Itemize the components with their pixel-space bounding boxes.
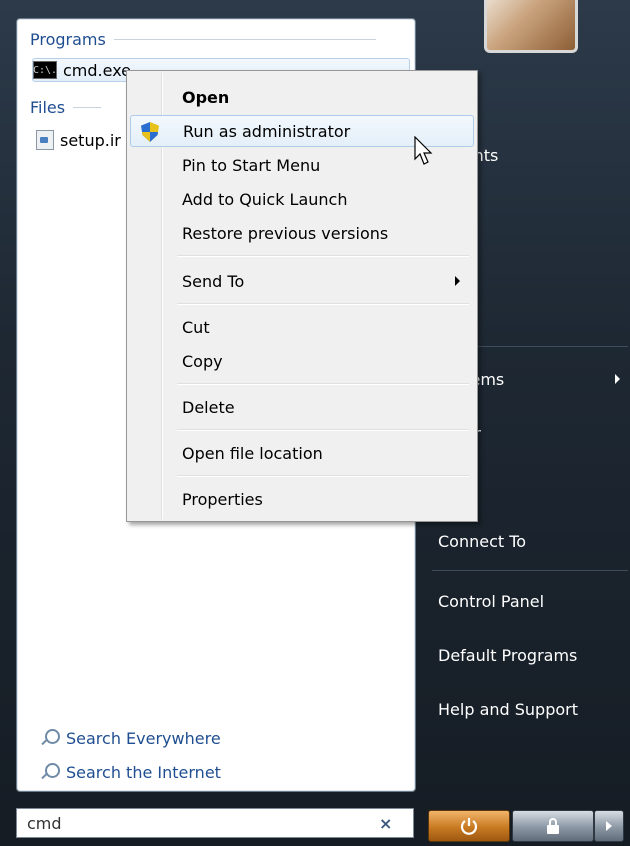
search-everywhere-link[interactable]: Search Everywhere: [40, 728, 221, 748]
shutdown-options-button[interactable]: [594, 810, 624, 842]
menu-item-restore-previous-versions[interactable]: Restore previous versions: [130, 217, 474, 249]
shield-icon: [141, 122, 159, 142]
menu-item-send-to[interactable]: Send To: [130, 265, 474, 297]
result-item-label: setup.ir: [60, 130, 121, 150]
result-item-setup[interactable]: setup.ir: [36, 130, 121, 150]
right-separator: [432, 570, 628, 571]
menu-item-label: Delete: [182, 397, 235, 417]
power-icon: [460, 818, 478, 835]
result-item-label: cmd.exe: [63, 60, 132, 80]
menu-separator: [177, 383, 469, 385]
menu-separator: [177, 303, 469, 305]
right-item-help-and-support[interactable]: Help and Support: [438, 700, 578, 719]
menu-item-label: Run as administrator: [183, 121, 351, 141]
header-divider: [113, 39, 376, 40]
power-button[interactable]: [428, 810, 510, 842]
clear-search-icon[interactable]: ×: [379, 814, 392, 833]
menu-item-label: Pin to Start Menu: [182, 155, 321, 175]
submenu-arrow-icon: [455, 276, 460, 286]
menu-item-label: Add to Quick Launch: [182, 189, 348, 209]
user-picture[interactable]: [484, 0, 578, 53]
lock-button[interactable]: [512, 810, 594, 842]
header-divider: [73, 107, 102, 108]
menu-item-open-file-location[interactable]: Open file location: [130, 437, 474, 469]
arrow-icon: [606, 821, 612, 831]
menu-item-add-to-quick-launch[interactable]: Add to Quick Launch: [130, 183, 474, 215]
menu-item-cut[interactable]: Cut: [130, 311, 474, 343]
file-icon: [36, 130, 54, 150]
start-search-box[interactable]: ×: [16, 808, 414, 838]
search-internet-link[interactable]: Search the Internet: [40, 762, 221, 782]
search-icon: [40, 728, 60, 748]
files-header-label: Files: [30, 98, 66, 117]
menu-item-label: Properties: [182, 489, 263, 509]
menu-item-label: Copy: [182, 351, 223, 371]
menu-item-properties[interactable]: Properties: [130, 483, 474, 515]
cmd-icon: C:\.: [33, 61, 57, 79]
menu-separator: [177, 255, 469, 257]
right-item-connect-to[interactable]: Connect To: [438, 532, 526, 551]
menu-item-label: Cut: [182, 317, 210, 337]
menu-item-open[interactable]: Open: [130, 81, 474, 113]
lock-icon: [547, 818, 559, 834]
search-icon: [40, 762, 60, 782]
files-group-header: Files: [30, 98, 102, 117]
search-everywhere-label: Search Everywhere: [66, 728, 221, 748]
right-item-control-panel[interactable]: Control Panel: [438, 592, 544, 611]
menu-separator: [177, 475, 469, 477]
right-item-default-programs[interactable]: Default Programs: [438, 646, 577, 665]
search-internet-label: Search the Internet: [66, 762, 221, 782]
programs-header-label: Programs: [30, 30, 106, 49]
menu-item-delete[interactable]: Delete: [130, 391, 474, 423]
mouse-cursor-icon: [414, 136, 433, 165]
programs-group-header: Programs: [30, 30, 376, 49]
menu-item-copy[interactable]: Copy: [130, 345, 474, 377]
menu-item-label: Open: [182, 87, 230, 107]
menu-item-label: Open file location: [182, 443, 323, 463]
submenu-arrow-icon: [615, 374, 620, 384]
menu-item-label: Send To: [182, 271, 245, 291]
menu-item-label: Restore previous versions: [182, 223, 389, 243]
menu-separator: [177, 429, 469, 431]
start-search-input[interactable]: [25, 812, 369, 834]
